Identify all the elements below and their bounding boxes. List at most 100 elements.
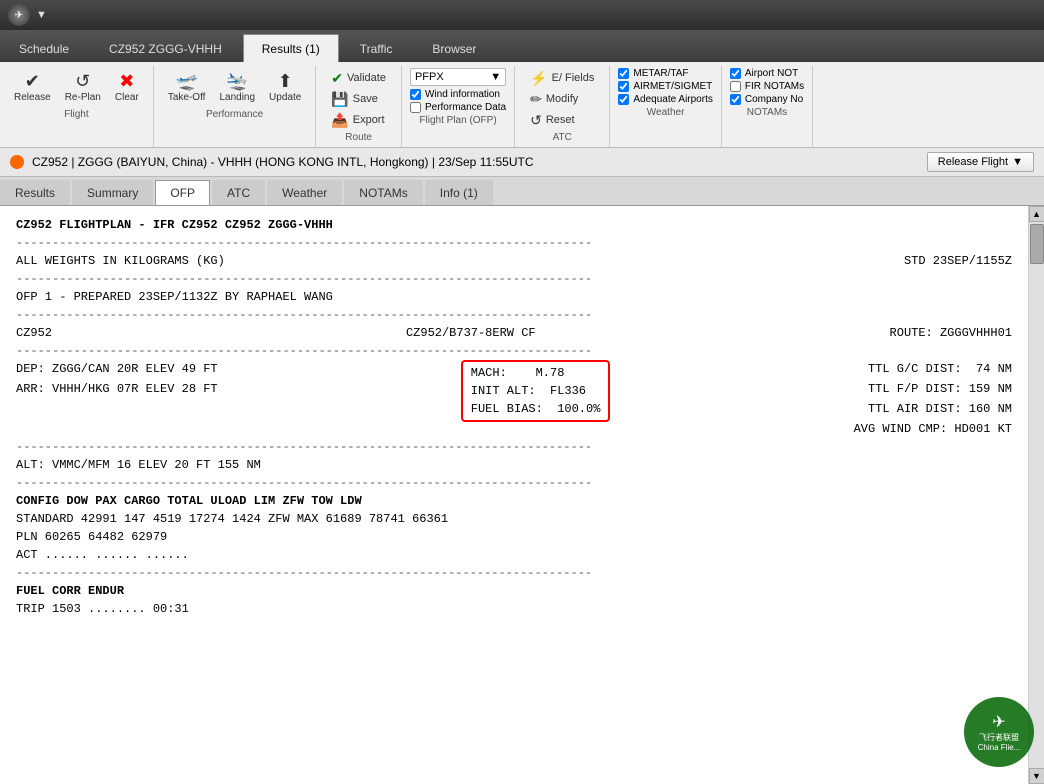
scroll-up-arrow[interactable]: ▲	[1029, 206, 1044, 222]
adequate-airports-label: Adequate Airports	[633, 94, 713, 105]
release-button[interactable]: ✔ Release	[8, 68, 57, 107]
tab-content-notams[interactable]: NOTAMs	[344, 180, 422, 205]
clear-icon: ✖	[119, 72, 134, 90]
reset-icon: ↺	[530, 113, 542, 127]
wind-info-checkbox[interactable]: Wind information	[410, 89, 506, 100]
ofp-avgwind: AVG WIND CMP: HD001 KT	[854, 420, 1012, 438]
ofp-depart-row: DEP: ZGGG/CAN 20R ELEV 49 FT ARR: VHHH/H…	[16, 360, 1012, 438]
tab-content-summary[interactable]: Summary	[72, 180, 153, 205]
save-label: Save	[353, 93, 378, 105]
reset-button[interactable]: ↺ Reset	[523, 110, 601, 130]
app-logo: ✈	[8, 4, 30, 26]
validate-label: Validate	[347, 72, 386, 84]
ribbon-atc-label: ATC	[553, 132, 572, 143]
ribbon-perf-buttons: 🛫 Take-Off 🛬 Landing ⬆ Update	[162, 68, 307, 107]
export-label: Export	[353, 114, 385, 126]
tab-content-results[interactable]: Results	[0, 180, 70, 205]
metar-taf-checkbox[interactable]: METAR/TAF	[618, 68, 713, 79]
scroll-down-arrow[interactable]: ▼	[1029, 768, 1044, 784]
ofp-ttlair: TTL AIR DIST: 160 NM	[854, 400, 1012, 418]
perf-data-input[interactable]	[410, 102, 421, 113]
efields-icon: ⚡	[530, 71, 547, 85]
adequate-airports-checkbox[interactable]: Adequate Airports	[618, 94, 713, 105]
fir-notams-input[interactable]	[730, 81, 741, 92]
ofp-line2: ALL WEIGHTS IN KILOGRAMS (KG)	[16, 252, 225, 270]
ofp-fuelbias-val: 100.0%	[557, 402, 600, 416]
ofp-mach-val: M.78	[536, 366, 565, 380]
tab-content-weather[interactable]: Weather	[267, 180, 342, 205]
notam-checkboxes: Airport NOT FIR NOTAMs Company No	[730, 68, 804, 105]
fir-notams-checkbox[interactable]: FIR NOTAMs	[730, 81, 804, 92]
ribbon-weather-label: Weather	[647, 107, 685, 118]
export-icon: 📤	[331, 113, 348, 127]
metar-taf-input[interactable]	[618, 68, 629, 79]
update-button[interactable]: ⬆ Update	[263, 68, 307, 107]
ofp-checkboxes: Wind information Performance Data	[410, 89, 506, 113]
save-button[interactable]: 💾 Save	[324, 89, 393, 109]
release-flight-arrow: ▼	[1012, 156, 1023, 168]
scroll-thumb[interactable]	[1030, 224, 1044, 264]
tab-bar: Schedule CZ952 ZGGG-VHHH Results (1) Tra…	[0, 30, 1044, 62]
ofp-fuelbias-label: FUEL BIAS:	[471, 402, 543, 416]
tab-results[interactable]: Results (1)	[243, 34, 339, 62]
modify-button[interactable]: ✏ Modify	[523, 89, 601, 109]
efields-label: E/ Fields	[552, 72, 595, 84]
takeoff-button[interactable]: 🛫 Take-Off	[162, 68, 212, 107]
scrollbar[interactable]: ▲ ▼	[1028, 206, 1044, 784]
modify-label: Modify	[546, 93, 578, 105]
ofp-weight-row: ALL WEIGHTS IN KILOGRAMS (KG) STD 23SEP/…	[16, 252, 1012, 270]
perf-data-checkbox[interactable]: Performance Data	[410, 102, 506, 113]
metar-taf-label: METAR/TAF	[633, 68, 688, 79]
ofp-flight-row: CZ952 CZ952/B737-8ERW CF ROUTE: ZGGGVHHH…	[16, 324, 1012, 342]
ofp-alt: ALT: VMMC/MFM 16 ELEV 20 FT 155 NM	[16, 456, 1012, 474]
airport-not-input[interactable]	[730, 68, 741, 79]
wind-info-input[interactable]	[410, 89, 421, 100]
airmet-sigmet-checkbox[interactable]: AIRMET/SIGMET	[618, 81, 713, 92]
ofp-content: CZ952 FLIGHTPLAN - IFR CZ952 CZ952 ZGGG-…	[0, 206, 1028, 784]
company-no-input[interactable]	[730, 94, 741, 105]
validate-button[interactable]: ✔ Validate	[324, 68, 393, 88]
ribbon-ofp-label: Flight Plan (OFP)	[419, 115, 496, 126]
ofp-arr: ARR: VHHH/HKG 07R ELEV 28 FT	[16, 380, 218, 398]
pfpx-dropdown[interactable]: PFPX ▼	[410, 68, 506, 86]
ofp-sep2: ----------------------------------------…	[16, 270, 1012, 288]
tab-flight[interactable]: CZ952 ZGGG-VHHH	[90, 34, 241, 62]
tab-traffic[interactable]: Traffic	[341, 34, 412, 62]
content-tabs: Results Summary OFP ATC Weather NOTAMs I…	[0, 177, 1044, 206]
airmet-sigmet-input[interactable]	[618, 81, 629, 92]
landing-button[interactable]: 🛬 Landing	[213, 68, 261, 107]
tab-content-ofp[interactable]: OFP	[155, 180, 210, 205]
replan-button[interactable]: ↺ Re-Plan	[59, 68, 107, 107]
perf-data-label: Performance Data	[425, 102, 506, 113]
export-button[interactable]: 📤 Export	[324, 110, 393, 130]
ofp-initalt-val: FL336	[550, 384, 586, 398]
ofp-sep1: ----------------------------------------…	[16, 234, 1012, 252]
landing-label: Landing	[219, 92, 255, 103]
ofp-fuel-header: FUEL CORR ENDUR	[16, 582, 1012, 600]
tab-browser[interactable]: Browser	[413, 34, 495, 62]
ofp-actype: CZ952/B737-8ERW CF	[406, 324, 536, 342]
tab-schedule[interactable]: Schedule	[0, 34, 88, 62]
company-no-label: Company No	[745, 94, 803, 105]
tab-content-atc[interactable]: ATC	[212, 180, 265, 205]
tab-content-info[interactable]: Info (1)	[425, 180, 493, 205]
clear-button[interactable]: ✖ Clear	[109, 68, 145, 107]
ofp-config-act: ACT ...... ...... ......	[16, 546, 1012, 564]
ofp-sep5: ----------------------------------------…	[16, 438, 1012, 456]
ofp-sep4: ----------------------------------------…	[16, 342, 1012, 360]
ofp-config-header: CONFIG DOW PAX CARGO TOTAL ULOAD LIM ZFW…	[16, 492, 1012, 510]
validate-icon: ✔	[331, 71, 343, 85]
ribbon-group-route: ✔ Validate 💾 Save 📤 Export Route	[316, 66, 402, 147]
release-flight-button[interactable]: Release Flight ▼	[927, 152, 1034, 172]
adequate-airports-input[interactable]	[618, 94, 629, 105]
replan-icon: ↺	[75, 72, 90, 90]
watermark-line1: 飞行者联盟	[979, 732, 1019, 743]
airport-not-label: Airport NOT	[745, 68, 798, 79]
ofp-ttlfp: TTL F/P DIST: 159 NM	[854, 380, 1012, 398]
efields-button[interactable]: ⚡ E/ Fields	[523, 68, 601, 88]
ofp-trip-fuel: TRIP 1503 ........ 00:31	[16, 600, 1012, 618]
company-no-checkbox[interactable]: Company No	[730, 94, 804, 105]
ofp-line3: OFP 1 - PREPARED 23SEP/1132Z BY RAPHAEL …	[16, 288, 1012, 306]
airport-not-checkbox[interactable]: Airport NOT	[730, 68, 804, 79]
title-bar-text: ▼	[36, 9, 47, 21]
